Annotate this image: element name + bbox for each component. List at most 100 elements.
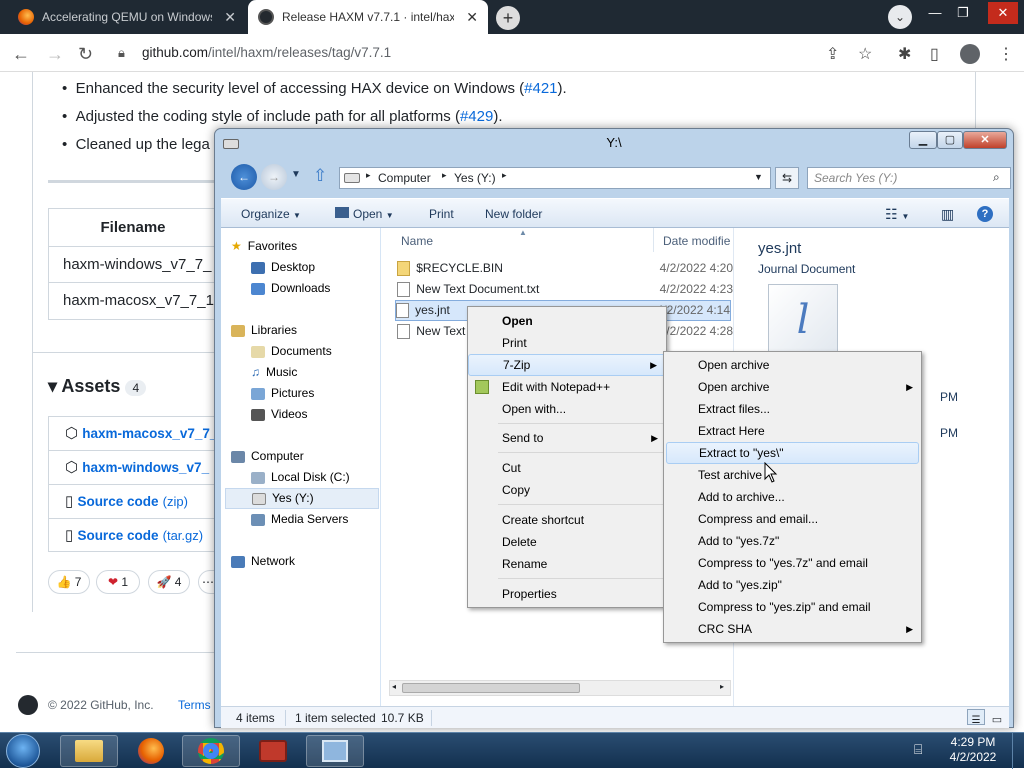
profile-avatar[interactable]	[960, 44, 980, 64]
new-tab-button[interactable]: +	[496, 6, 520, 30]
menu-item-compress-zip-email[interactable]: Compress to "yes.zip" and email	[664, 596, 921, 618]
column-header-date[interactable]: Date modifie	[663, 234, 730, 248]
nav-item-videos[interactable]: Videos	[251, 404, 307, 425]
reload-button[interactable]: ↻	[78, 44, 93, 65]
taskbar-chrome[interactable]	[182, 735, 240, 767]
menu-item-add-to-7z[interactable]: Add to "yes.7z"	[664, 530, 921, 552]
menu-item-copy[interactable]: Copy	[468, 479, 666, 501]
organize-menu[interactable]: Organize ▼	[241, 199, 301, 229]
close-window-button[interactable]: ✕	[963, 131, 1007, 149]
nav-item-downloads[interactable]: Downloads	[251, 278, 330, 299]
view-options-icon[interactable]: ☷ ▼	[885, 199, 909, 229]
scroll-left-icon[interactable]: ◂	[392, 682, 396, 691]
reaction-rocket[interactable]: 🚀 4	[148, 570, 190, 594]
close-icon[interactable]: ✕	[466, 9, 478, 26]
taskbar-firefox[interactable]	[122, 735, 180, 767]
file-row[interactable]: $RECYCLE.BIN 4/2/2022 4:20	[397, 258, 733, 279]
restore-button[interactable]: ❐	[950, 2, 976, 24]
menu-item-properties[interactable]: Properties	[468, 583, 666, 605]
menu-item-print[interactable]: Print	[468, 332, 666, 354]
forward-button[interactable]: →	[46, 44, 64, 65]
url-field[interactable]: github.com/intel/haxm/releases/tag/v7.7.…	[142, 40, 882, 66]
issue-link[interactable]: #429	[460, 108, 493, 125]
search-icon[interactable]: ⌕	[993, 170, 1000, 185]
extensions-icon[interactable]: ✱	[898, 44, 911, 64]
close-icon[interactable]: ✕	[224, 9, 236, 26]
menu-item-open[interactable]: Open	[468, 310, 666, 332]
search-input[interactable]: Search Yes (Y:)	[807, 167, 1011, 189]
asset-link[interactable]: Source code	[77, 494, 158, 509]
tab-release-haxm[interactable]: Release HAXM v7.7.1 · intel/haxm ✕	[248, 0, 488, 34]
side-panel-icon[interactable]: ▯	[930, 44, 939, 64]
reaction-heart[interactable]: ❤ 1	[96, 570, 140, 594]
menu-item-compress-email[interactable]: Compress and email...	[664, 508, 921, 530]
back-button[interactable]: ←	[231, 164, 257, 190]
nav-item-documents[interactable]: Documents	[251, 341, 332, 362]
nav-item-music[interactable]: ♫ Music	[251, 362, 297, 383]
horizontal-scrollbar[interactable]: ◂ ▸	[389, 680, 731, 696]
nav-item-pictures[interactable]: Pictures	[251, 383, 314, 404]
breadcrumb[interactable]: ▸ Computer ▸ Yes (Y:) ▸ ▼	[339, 167, 771, 189]
asset-link[interactable]: Source code	[77, 528, 158, 543]
menu-item-edit-notepad[interactable]: Edit with Notepad++	[468, 376, 666, 398]
tab-search-button[interactable]: ⌄	[888, 5, 912, 29]
footer-terms-link[interactable]: Terms	[178, 698, 211, 712]
refresh-button[interactable]: ⇆	[775, 167, 799, 189]
menu-item-7zip[interactable]: 7-Zip ▶	[468, 354, 666, 376]
asset-link[interactable]: haxm-macosx_v7_7_	[82, 426, 217, 441]
minimize-button[interactable]: —	[922, 2, 948, 24]
menu-item-open-archive[interactable]: Open archive	[664, 354, 921, 376]
history-dropdown-icon[interactable]: ▼	[291, 169, 301, 180]
scrollbar-thumb[interactable]	[402, 683, 580, 693]
nav-item-local-disk[interactable]: Local Disk (C:)	[251, 467, 350, 488]
minimize-button[interactable]: ▁	[909, 131, 937, 149]
nav-item-network[interactable]: Network	[231, 551, 295, 572]
menu-item-create-shortcut[interactable]: Create shortcut	[468, 509, 666, 531]
column-header-name[interactable]: Name	[401, 234, 433, 248]
menu-item-test-archive[interactable]: Test archive	[664, 464, 921, 486]
up-arrow-icon[interactable]: ⇧	[313, 166, 327, 186]
menu-item-extract-here[interactable]: Extract Here	[664, 420, 921, 442]
file-row[interactable]: New Text Document.txt 4/2/2022 4:23	[397, 279, 733, 300]
menu-item-extract-files[interactable]: Extract files...	[664, 398, 921, 420]
close-window-button[interactable]: ✕	[988, 2, 1018, 24]
new-folder-button[interactable]: New folder	[485, 199, 542, 229]
help-icon[interactable]: ?	[977, 206, 993, 222]
nav-item-yes-drive[interactable]: Yes (Y:)	[225, 488, 379, 509]
breadcrumb-item-computer[interactable]: Computer	[378, 171, 431, 185]
menu-item-open-with[interactable]: Open with...	[468, 398, 666, 420]
chevron-down-icon[interactable]: ▼	[754, 172, 763, 182]
taskbar-explorer[interactable]	[60, 735, 118, 767]
nav-item-favorites[interactable]: ★ Favorites	[231, 236, 297, 257]
menu-item-add-to-zip[interactable]: Add to "yes.zip"	[664, 574, 921, 596]
share-icon[interactable]: ⇪	[826, 44, 839, 64]
menu-item-cut[interactable]: Cut	[468, 457, 666, 479]
breadcrumb-item-yes-drive[interactable]: Yes (Y:)	[454, 171, 496, 185]
asset-link[interactable]: haxm-windows_v7_	[82, 460, 209, 475]
maximize-button[interactable]: ▢	[937, 131, 963, 149]
taskbar-control-panel[interactable]	[306, 735, 364, 767]
menu-item-delete[interactable]: Delete	[468, 531, 666, 553]
assets-toggle[interactable]: ▾ Assets 4	[48, 376, 147, 397]
system-clock[interactable]: 4:29 PM 4/2/2022	[938, 735, 1008, 765]
back-button[interactable]: ←	[12, 44, 30, 65]
menu-dots-icon[interactable]: ⋮	[998, 44, 1014, 64]
scroll-right-icon[interactable]: ▸	[720, 682, 724, 691]
nav-item-libraries[interactable]: Libraries	[231, 320, 297, 341]
taskbar-toolbox[interactable]	[244, 735, 302, 767]
menu-item-send-to[interactable]: Send to ▶	[468, 427, 666, 449]
menu-item-compress-7z-email[interactable]: Compress to "yes.7z" and email	[664, 552, 921, 574]
menu-item-extract-to-yes[interactable]: Extract to "yes\"	[666, 442, 919, 464]
open-menu[interactable]: Open ▼	[335, 199, 394, 229]
bookmark-star-icon[interactable]: ☆	[858, 44, 872, 64]
network-tray-icon[interactable]: ⌸	[914, 741, 922, 758]
details-view-icon[interactable]: ☰	[967, 709, 985, 726]
menu-item-rename[interactable]: Rename	[468, 553, 666, 575]
nav-item-desktop[interactable]: Desktop	[251, 257, 315, 278]
tab-accelerating-qemu[interactable]: Accelerating QEMU on Windows ✕	[8, 0, 246, 34]
print-button[interactable]: Print	[429, 199, 454, 229]
preview-pane-icon[interactable]: ▥	[941, 199, 954, 229]
start-button[interactable]	[6, 734, 40, 768]
forward-button[interactable]: →	[261, 164, 287, 190]
issue-link[interactable]: #421	[524, 80, 557, 97]
